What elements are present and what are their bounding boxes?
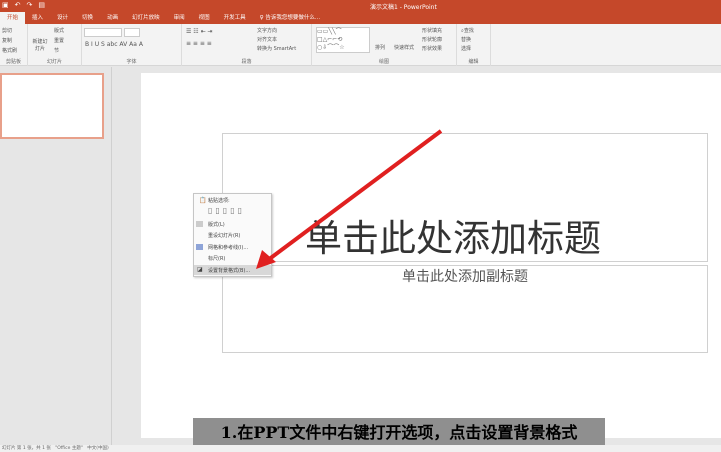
arrow-head (256, 250, 276, 269)
status-bar: 幻灯片 第 1 张，共 1 张 "Office 主题" 中文(中国) (0, 445, 721, 452)
red-arrow-annotation (256, 129, 443, 269)
slide-count: 幻灯片 第 1 张，共 1 张 (2, 446, 51, 451)
instruction-caption: 1.在PPT文件中右键打开选项，点击设置背景格式 (193, 418, 605, 447)
arrow-shaft (266, 129, 443, 262)
language: 中文(中国) (87, 446, 109, 451)
theme-name: "Office 主题" (55, 446, 83, 451)
